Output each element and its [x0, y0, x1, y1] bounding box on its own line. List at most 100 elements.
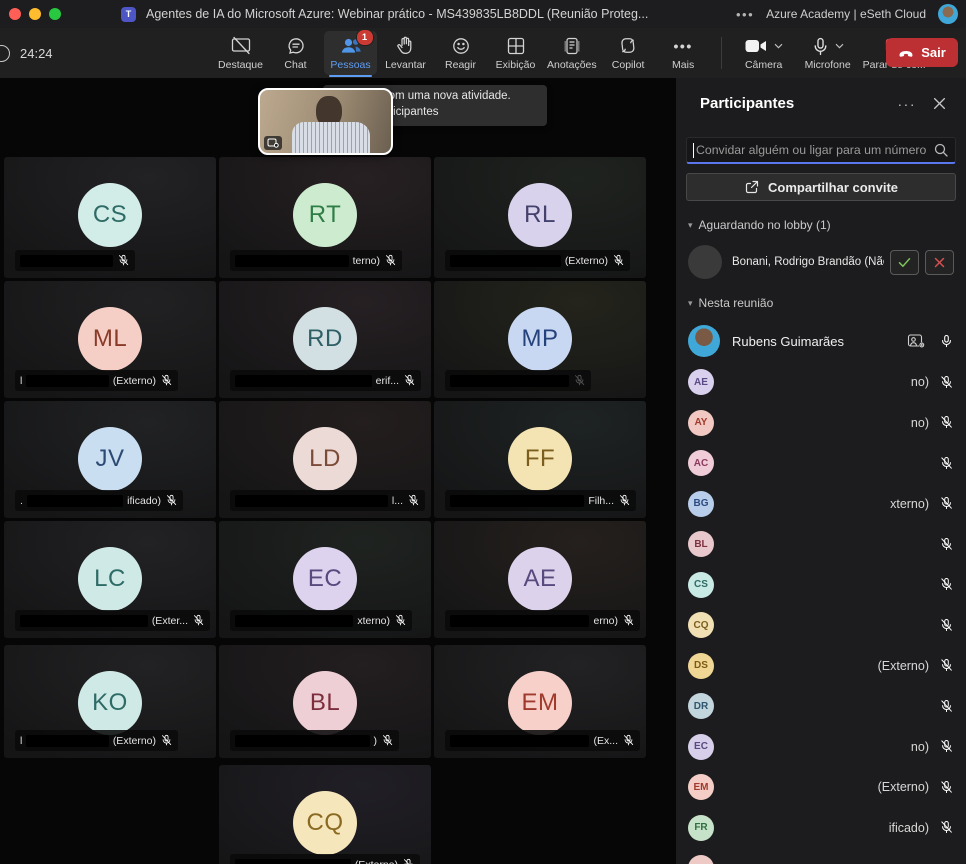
- window-title: Agentes de IA do Microsoft Azure: Webina…: [146, 7, 648, 21]
- mic-muted-icon: [192, 614, 205, 627]
- toolbar-button-label: Anotações: [547, 59, 597, 71]
- panel-more-icon[interactable]: ···: [898, 96, 917, 112]
- lobby-person-row[interactable]: Bonani, Rodrigo Brandão (Não...: [688, 245, 954, 279]
- participant-tile-ae[interactable]: AEerno): [434, 521, 646, 638]
- account-name[interactable]: Azure Academy | eSeth Cloud: [766, 7, 926, 21]
- participant-row-cq[interactable]: CQ: [676, 605, 966, 646]
- anotacoes-button[interactable]: Anotações: [544, 31, 600, 75]
- pessoas-button[interactable]: 1Pessoas: [324, 31, 377, 75]
- lobby-section-header[interactable]: ▾ Aguardando no lobby (1): [688, 218, 966, 232]
- participant-row-dr[interactable]: DR: [676, 686, 966, 727]
- share-icon: [744, 179, 760, 195]
- participant-tile-rd[interactable]: RDerif...: [219, 281, 431, 398]
- lobby-person-name: Bonani, Rodrigo Brandão (Não...: [732, 256, 884, 268]
- toolbar-button-label: Mais: [672, 59, 694, 71]
- search-icon[interactable]: [933, 142, 949, 158]
- name-fragment: (Externo): [565, 255, 608, 267]
- invite-search-input[interactable]: [686, 137, 956, 164]
- exibicao-button[interactable]: Exibição: [489, 31, 542, 75]
- participant-tile-mp[interactable]: MP: [434, 281, 646, 398]
- participant-tile-bl[interactable]: BL): [219, 645, 431, 758]
- leave-label: Sair: [921, 45, 946, 60]
- avatar: CS: [78, 183, 142, 247]
- mic-muted-icon: [939, 415, 954, 430]
- participant-tile-ml[interactable]: MLl(Externo): [4, 281, 216, 398]
- meeting-section-header[interactable]: ▾ Nesta reunião: [688, 296, 966, 310]
- window-controls: [9, 8, 61, 20]
- mic-muted-icon: [939, 699, 954, 714]
- participant-tile-cs[interactable]: CS: [4, 157, 216, 278]
- participant-row-em[interactable]: EM(Externo): [676, 767, 966, 808]
- close-window-button[interactable]: [9, 8, 21, 20]
- participant-tile-em[interactable]: EM(Ex...: [434, 645, 646, 758]
- mic-muted-icon: [939, 375, 954, 390]
- mic-muted-icon: [612, 254, 625, 267]
- share-invite-button[interactable]: Compartilhar convite: [686, 173, 956, 201]
- account-avatar[interactable]: [938, 4, 958, 24]
- participant-tile-rt[interactable]: RTterno): [219, 157, 431, 278]
- chevron-down-icon[interactable]: [774, 43, 783, 49]
- destaque-button[interactable]: Destaque: [214, 31, 267, 75]
- participant-tile-ec[interactable]: ECxterno): [219, 521, 431, 638]
- video-effects-icon[interactable]: [907, 333, 926, 349]
- close-panel-icon[interactable]: [933, 97, 946, 110]
- deny-button[interactable]: [925, 250, 954, 275]
- self-view-thumbnail[interactable]: [258, 88, 393, 155]
- titlebar-more-icon[interactable]: •••: [736, 7, 754, 22]
- mic-on-icon[interactable]: [939, 334, 954, 349]
- participant-row-ec[interactable]: ECno): [676, 727, 966, 768]
- participant-tile-ff[interactable]: FFFilh...: [434, 401, 646, 518]
- admit-button[interactable]: [890, 250, 919, 275]
- participant-row-ay[interactable]: AYno): [676, 403, 966, 444]
- participant-row-bl[interactable]: BL: [676, 524, 966, 565]
- mic-muted-icon: [939, 577, 954, 592]
- chevron-down-icon: ▾: [688, 220, 693, 231]
- copilot-button[interactable]: Copilot: [602, 31, 655, 75]
- participant-tile-jv[interactable]: JV.ificado): [4, 401, 216, 518]
- avatar: CQ: [688, 612, 714, 638]
- leave-button[interactable]: Sair: [886, 38, 958, 67]
- toolbar-button-label: Copilot: [612, 59, 645, 71]
- mic-muted-icon: [384, 254, 397, 267]
- chevron-down-icon[interactable]: [835, 43, 844, 49]
- participant-row-bg[interactable]: BGxterno): [676, 484, 966, 525]
- avatar: DR: [688, 693, 714, 719]
- participant-tile-cq[interactable]: CQ(Externo): [219, 765, 431, 864]
- participant-row-cs[interactable]: CS: [676, 565, 966, 606]
- avatar: AC: [688, 450, 714, 476]
- participant-row-fr[interactable]: FRificado): [676, 808, 966, 849]
- participant-row-ae[interactable]: AEno): [676, 362, 966, 403]
- minimize-window-button[interactable]: [29, 8, 41, 20]
- chat-button[interactable]: Chat: [269, 31, 322, 75]
- avatar: BL: [293, 671, 357, 735]
- participant-name-label: [15, 250, 135, 271]
- redacted-name: [450, 735, 589, 747]
- participant-row-ac[interactable]: AC: [676, 443, 966, 484]
- mic-muted-icon: [939, 780, 954, 795]
- reagir-button[interactable]: Reagir: [434, 31, 487, 75]
- participant-tile-rl[interactable]: RL (Externo): [434, 157, 646, 278]
- participant-tile-ld[interactable]: LDl...: [219, 401, 431, 518]
- mais-button[interactable]: •••Mais: [657, 31, 710, 75]
- levantar-button[interactable]: Levantar: [379, 31, 432, 75]
- microphone-button[interactable]: Microfone: [797, 31, 859, 75]
- participant-tile-ko[interactable]: KOl(Externo): [4, 645, 216, 758]
- mic-muted-icon: [117, 254, 130, 267]
- avatar: RL: [508, 183, 572, 247]
- participant-row-host[interactable]: Rubens Guimarães: [688, 325, 954, 357]
- participant-name-label: Filh...: [445, 490, 636, 511]
- participant-name-label: l(Externo): [15, 730, 178, 751]
- people-icon: 1: [339, 34, 363, 58]
- camera-button[interactable]: Câmera: [733, 31, 795, 75]
- name-fragment: (Externo): [355, 859, 398, 864]
- avatar: JV: [78, 427, 142, 491]
- redacted-name: [235, 375, 372, 387]
- participant-name-label: .ificado): [15, 490, 183, 511]
- participant-tile-lc[interactable]: LC(Exter...: [4, 521, 216, 638]
- participant-row-partial[interactable]: [676, 848, 966, 864]
- mic-muted-icon: [381, 734, 394, 747]
- maximize-window-button[interactable]: [49, 8, 61, 20]
- name-fragment: xterno): [890, 497, 929, 511]
- participant-name-label: (Externo): [230, 854, 420, 864]
- participant-row-ds[interactable]: DS(Externo): [676, 646, 966, 687]
